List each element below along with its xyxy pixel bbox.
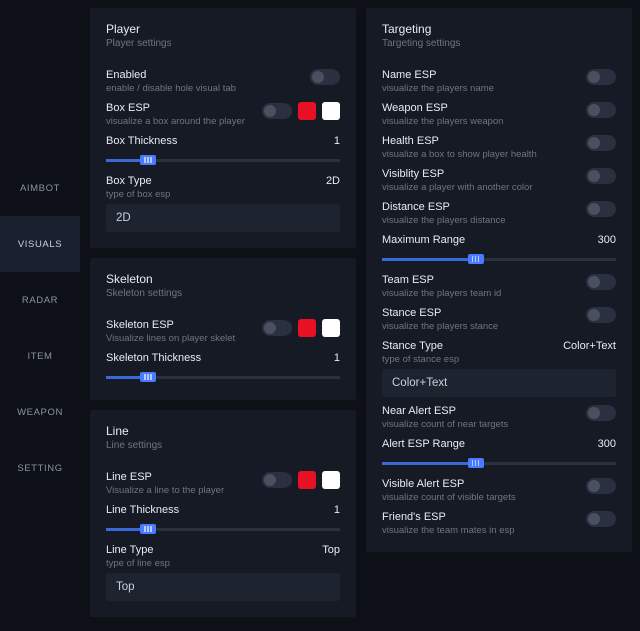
stance-type-desc: type of stance esp — [382, 354, 555, 365]
stance-esp-toggle[interactable] — [586, 307, 616, 323]
team-esp-toggle[interactable] — [586, 274, 616, 290]
visibility-esp-desc: visualize a player with another color — [382, 182, 578, 193]
line-card: Line Line settings Line ESP Visualize a … — [90, 410, 356, 617]
friends-esp-toggle[interactable] — [586, 511, 616, 527]
line-thickness-slider[interactable] — [106, 522, 340, 536]
line-type-select[interactable]: Top — [106, 573, 340, 601]
line-esp-toggle[interactable] — [262, 472, 292, 488]
sidebar-item-weapon[interactable]: WEAPON — [0, 384, 80, 440]
name-esp-label: Name ESP — [382, 69, 578, 81]
skeleton-subtitle: Skeleton settings — [106, 288, 340, 299]
box-thickness-label: Box Thickness — [106, 135, 326, 147]
box-esp-toggle[interactable] — [262, 103, 292, 119]
sidebar-item-setting[interactable]: SETTING — [0, 440, 80, 496]
name-esp-desc: visualize the players name — [382, 83, 578, 94]
skeleton-esp-label: Skeleton ESP — [106, 319, 254, 331]
box-thickness-value: 1 — [334, 135, 340, 147]
line-thickness-label: Line Thickness — [106, 504, 326, 516]
box-type-label: Box Type — [106, 175, 318, 187]
stance-type-value: Color+Text — [563, 340, 616, 352]
visible-alert-toggle[interactable] — [586, 478, 616, 494]
box-esp-label: Box ESP — [106, 102, 254, 114]
line-title: Line — [106, 424, 340, 438]
max-range-label: Maximum Range — [382, 234, 590, 246]
team-esp-label: Team ESP — [382, 274, 578, 286]
skeleton-thickness-slider[interactable] — [106, 370, 340, 384]
stance-esp-label: Stance ESP — [382, 307, 578, 319]
friends-esp-desc: visualize the team mates in esp — [382, 525, 578, 536]
player-subtitle: Player settings — [106, 38, 340, 49]
line-thickness-value: 1 — [334, 504, 340, 516]
enabled-toggle[interactable] — [310, 69, 340, 85]
visible-alert-desc: visualize count of visible targets — [382, 492, 578, 503]
friends-esp-label: Friend's ESP — [382, 511, 578, 523]
skeleton-thickness-label: Skeleton Thickness — [106, 352, 326, 364]
skeleton-card: Skeleton Skeleton settings Skeleton ESP … — [90, 258, 356, 400]
line-type-desc: type of line esp — [106, 558, 314, 569]
box-type-desc: type of box esp — [106, 189, 318, 200]
box-thickness-slider[interactable] — [106, 153, 340, 167]
distance-esp-label: Distance ESP — [382, 201, 578, 213]
stance-esp-desc: visualize the players stance — [382, 321, 578, 332]
health-esp-label: Health ESP — [382, 135, 578, 147]
player-card: Player Player settings Enabled enable / … — [90, 8, 356, 248]
line-type-label: Line Type — [106, 544, 314, 556]
targeting-card: Targeting Targeting settings Name ESP vi… — [366, 8, 632, 552]
box-esp-desc: visualize a box around the player — [106, 116, 254, 127]
team-esp-desc: visualize the players team id — [382, 288, 578, 299]
right-column: Targeting Targeting settings Name ESP vi… — [366, 8, 632, 623]
sidebar-item-radar[interactable]: RADAR — [0, 272, 80, 328]
max-range-value: 300 — [598, 234, 616, 246]
sidebar-item-visuals[interactable]: VISUALS — [0, 216, 80, 272]
box-esp-color-white[interactable] — [322, 102, 340, 120]
alert-range-slider[interactable] — [382, 456, 616, 470]
distance-esp-desc: visualize the players distance — [382, 215, 578, 226]
line-subtitle: Line settings — [106, 440, 340, 451]
left-column: Player Player settings Enabled enable / … — [90, 8, 356, 623]
targeting-title: Targeting — [382, 22, 616, 36]
visibility-esp-label: Visiblity ESP — [382, 168, 578, 180]
enabled-desc: enable / disable hole visual tab — [106, 83, 302, 94]
player-title: Player — [106, 22, 340, 36]
weapon-esp-desc: visualize the players weapon — [382, 116, 578, 127]
skeleton-thickness-value: 1 — [334, 352, 340, 364]
skeleton-title: Skeleton — [106, 272, 340, 286]
line-esp-label: Line ESP — [106, 471, 254, 483]
alert-range-label: Alert ESP Range — [382, 438, 590, 450]
alert-range-value: 300 — [598, 438, 616, 450]
sidebar-item-aimbot[interactable]: AIMBOT — [0, 160, 80, 216]
sidebar: AIMBOT VISUALS RADAR ITEM WEAPON SETTING — [0, 0, 80, 631]
line-esp-desc: Visualize a line to the player — [106, 485, 254, 496]
health-esp-desc: visualize a box to show player health — [382, 149, 578, 160]
enabled-label: Enabled — [106, 69, 302, 81]
max-range-slider[interactable] — [382, 252, 616, 266]
box-type-select[interactable]: 2D — [106, 204, 340, 232]
visible-alert-label: Visible Alert ESP — [382, 478, 578, 490]
distance-esp-toggle[interactable] — [586, 201, 616, 217]
skeleton-esp-toggle[interactable] — [262, 320, 292, 336]
line-esp-color-white[interactable] — [322, 471, 340, 489]
stance-type-select[interactable]: Color+Text — [382, 369, 616, 397]
near-alert-label: Near Alert ESP — [382, 405, 578, 417]
line-type-value: Top — [322, 544, 340, 556]
name-esp-toggle[interactable] — [586, 69, 616, 85]
box-type-value: 2D — [326, 175, 340, 187]
visibility-esp-toggle[interactable] — [586, 168, 616, 184]
near-alert-toggle[interactable] — [586, 405, 616, 421]
sidebar-item-item[interactable]: ITEM — [0, 328, 80, 384]
targeting-subtitle: Targeting settings — [382, 38, 616, 49]
line-esp-color-red[interactable] — [298, 471, 316, 489]
box-esp-color-red[interactable] — [298, 102, 316, 120]
skeleton-esp-color-white[interactable] — [322, 319, 340, 337]
stance-type-label: Stance Type — [382, 340, 555, 352]
weapon-esp-toggle[interactable] — [586, 102, 616, 118]
near-alert-desc: visualize count of near targets — [382, 419, 578, 430]
weapon-esp-label: Weapon ESP — [382, 102, 578, 114]
skeleton-esp-color-red[interactable] — [298, 319, 316, 337]
skeleton-esp-desc: Visualize lines on player skelet — [106, 333, 254, 344]
health-esp-toggle[interactable] — [586, 135, 616, 151]
